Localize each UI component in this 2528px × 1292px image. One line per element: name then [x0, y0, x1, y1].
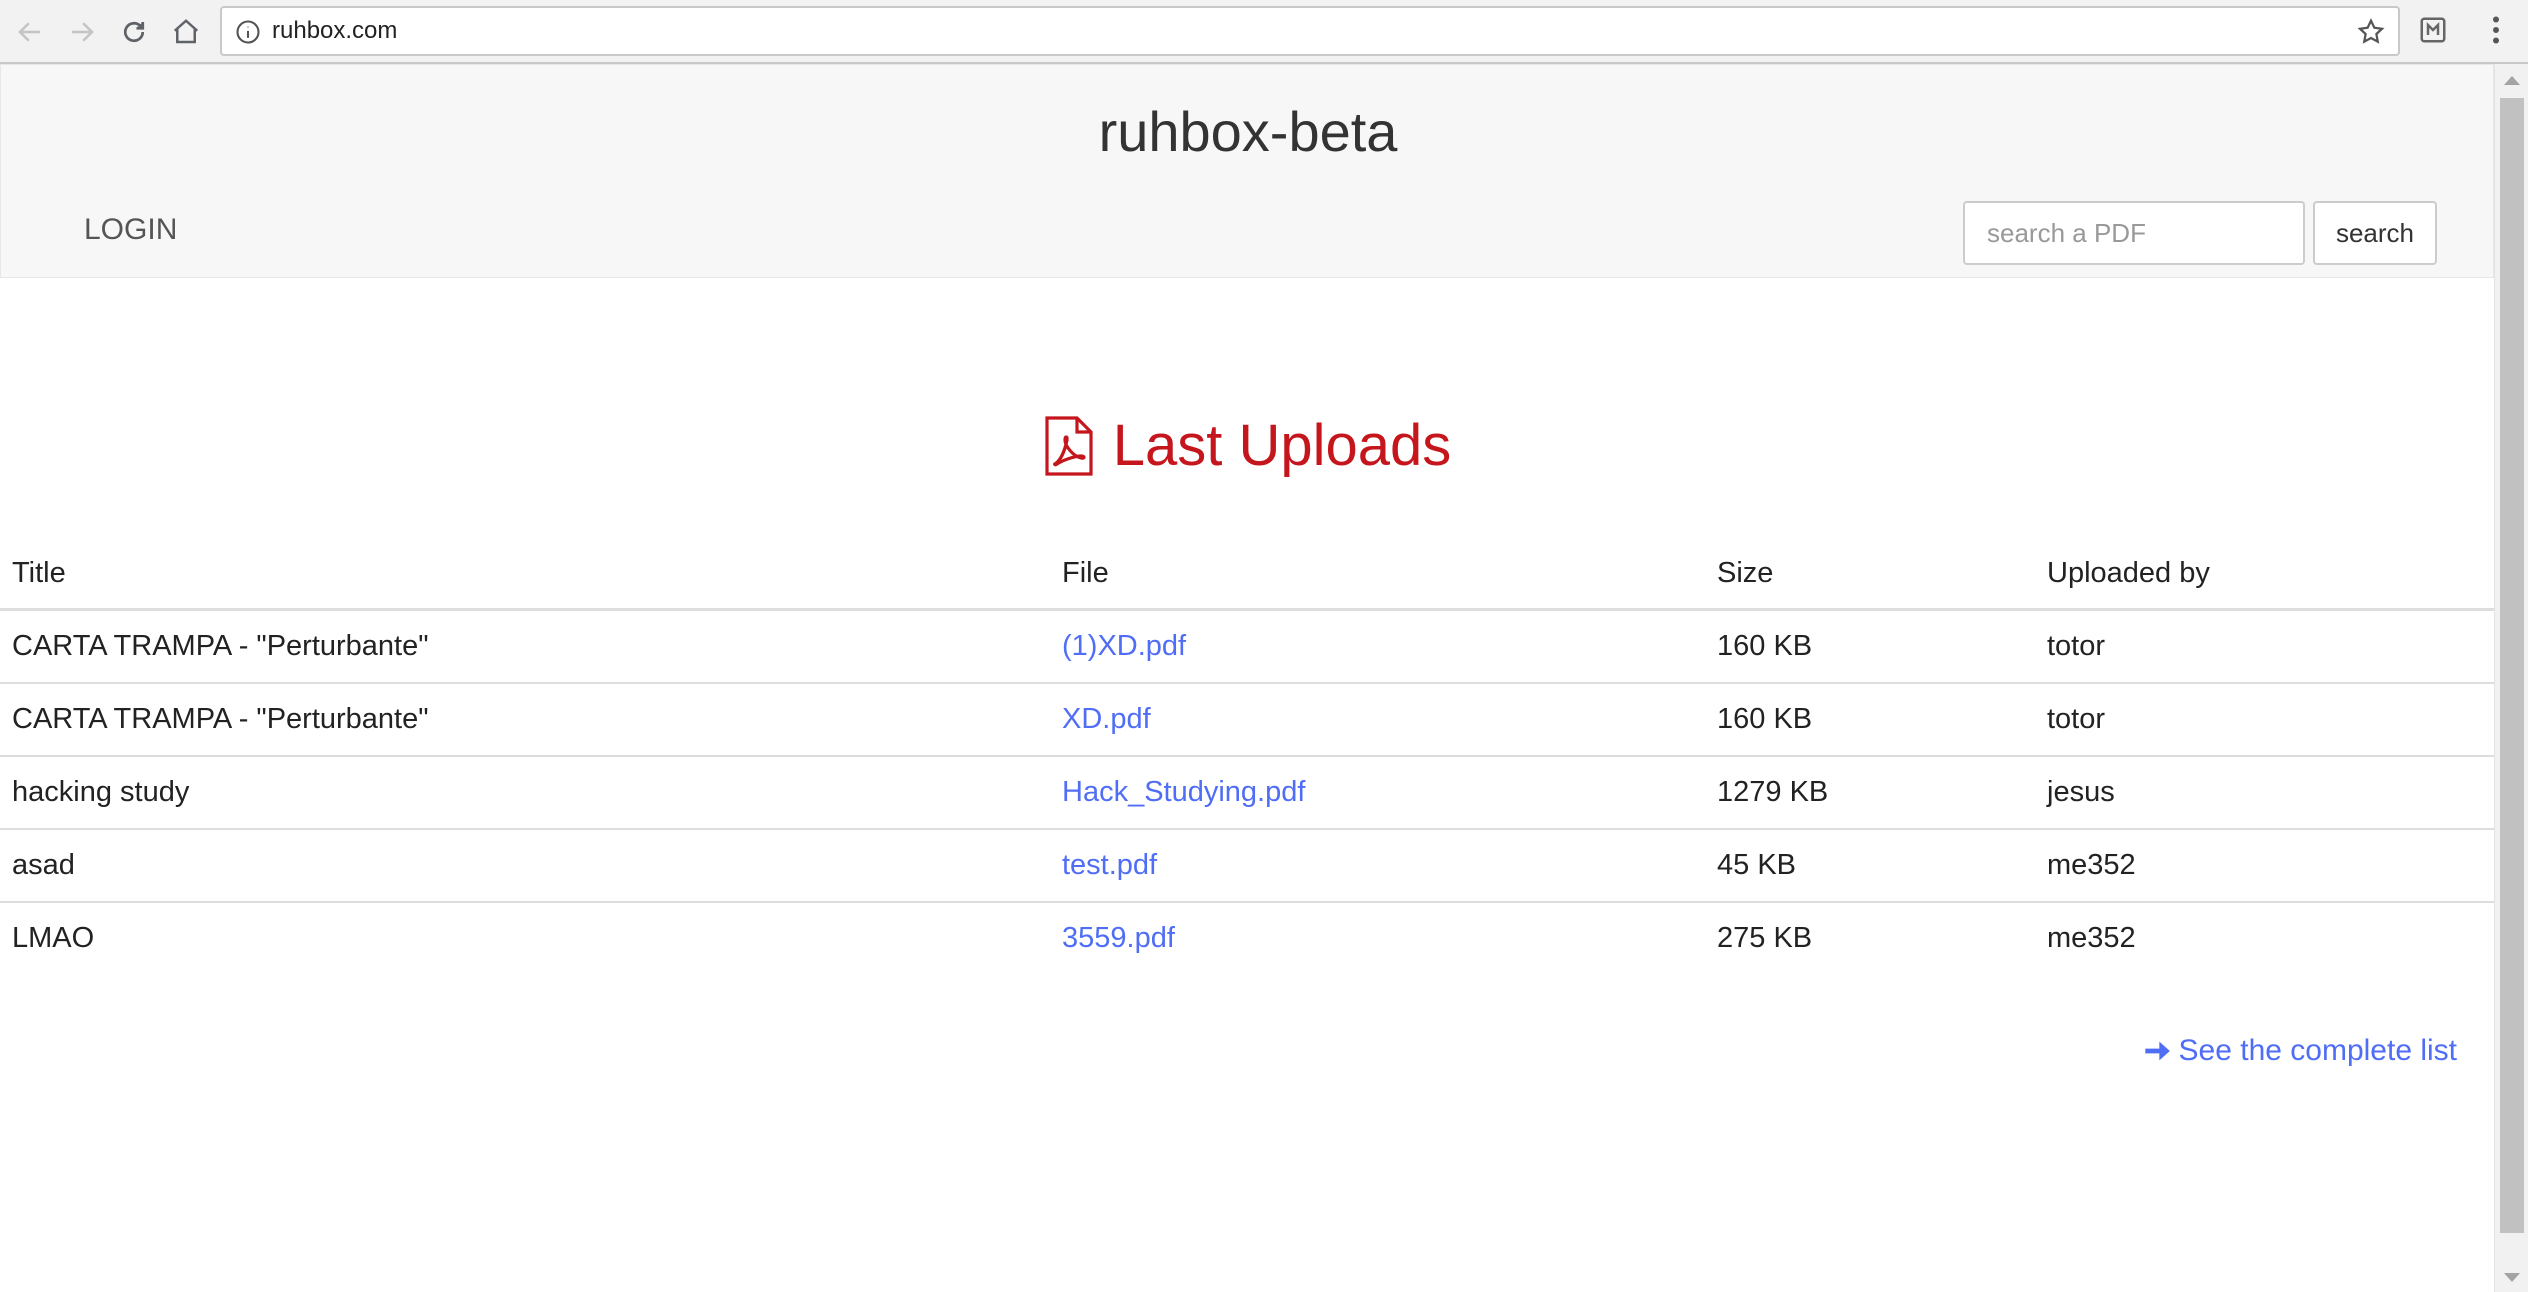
star-icon[interactable] [2356, 17, 2386, 47]
row-file-cell: 3559.pdf [1050, 902, 1705, 974]
info-icon[interactable] [234, 18, 262, 46]
table-row: LMAO 3559.pdf 275 KB me352 [0, 902, 2494, 974]
table-row: CARTA TRAMPA - "Perturbante" (1)XD.pdf 1… [0, 609, 2494, 684]
row-uploader: totor [2035, 609, 2494, 684]
row-file-cell: test.pdf [1050, 829, 1705, 903]
row-size: 160 KB [1705, 609, 2035, 684]
arrow-right-icon [2144, 1041, 2170, 1061]
row-title: LMAO [12, 922, 95, 954]
table-row: CARTA TRAMPA - "Perturbante" XD.pdf 160 … [0, 683, 2494, 757]
site-header: ruhbox-beta LOGIN search [0, 64, 2494, 278]
row-file-cell: XD.pdf [1050, 683, 1705, 757]
table-row: hacking study Hack_Studying.pdf 1279 KB … [0, 756, 2494, 830]
login-link[interactable]: LOGIN [84, 213, 177, 247]
row-size: 1279 KB [1705, 756, 2035, 830]
table-row: asad test.pdf 45 KB me352 [0, 829, 2494, 903]
browser-toolbar: ruhbox.com [0, 0, 2528, 64]
column-header-title: Title [0, 538, 1050, 611]
file-link[interactable]: 3559.pdf [1062, 922, 1175, 954]
see-complete-list-link[interactable]: See the complete list [2143, 1034, 2457, 1068]
row-size: 160 KB [1705, 683, 2035, 757]
url-text[interactable]: ruhbox.com [272, 8, 397, 54]
search-button[interactable]: search [2313, 201, 2437, 265]
row-uploader: me352 [2047, 922, 2136, 954]
see-complete-list-label[interactable]: See the complete list [2179, 1034, 2457, 1068]
table-header-row: Title File Size Uploaded by [0, 538, 2494, 611]
menu-icon[interactable] [2478, 12, 2514, 48]
scrollbar-thumb[interactable] [2500, 98, 2524, 1233]
row-uploader: jesus [2035, 756, 2494, 830]
row-title: asad [0, 829, 1050, 903]
column-header-size: Size [1705, 538, 2035, 611]
row-size: 275 KB [1717, 922, 1813, 954]
row-file-cell: Hack_Studying.pdf [1050, 756, 1705, 830]
row-title: CARTA TRAMPA - "Perturbante" [0, 683, 1050, 757]
column-header-file: File [1050, 538, 1705, 611]
search-input[interactable] [1963, 201, 2305, 265]
forward-icon[interactable] [60, 10, 104, 54]
extension-icon[interactable] [2418, 15, 2448, 45]
file-link[interactable]: test.pdf [1062, 849, 1157, 881]
address-bar[interactable]: ruhbox.com [220, 6, 2400, 56]
row-size: 45 KB [1705, 829, 2035, 903]
file-link[interactable]: XD.pdf [1062, 703, 1151, 735]
row-title: CARTA TRAMPA - "Perturbante" [0, 609, 1050, 684]
row-uploader: me352 [2035, 829, 2494, 903]
home-icon[interactable] [164, 10, 208, 54]
last-uploads-heading: Last Uploads [0, 412, 2494, 479]
row-uploader: totor [2035, 683, 2494, 757]
column-header-uploaded-by: Uploaded by [2035, 538, 2494, 611]
vertical-scrollbar[interactable] [2494, 64, 2528, 1292]
file-link[interactable]: Hack_Studying.pdf [1062, 776, 1305, 808]
pdf-file-icon [1045, 415, 1093, 476]
back-icon[interactable] [8, 10, 52, 54]
page-content: ruhbox-beta LOGIN search Last Uploads Ti… [0, 64, 2494, 1292]
row-file-cell: (1)XD.pdf [1050, 609, 1705, 684]
row-title: hacking study [0, 756, 1050, 830]
reload-icon[interactable] [112, 10, 156, 54]
site-title: ruhbox-beta [1098, 100, 1398, 163]
file-link[interactable]: (1)XD.pdf [1062, 630, 1186, 662]
scroll-up-arrow-icon[interactable] [2504, 76, 2520, 85]
uploads-table: Title File Size Uploaded by CARTA TRAMPA… [0, 538, 2494, 974]
section-title: Last Uploads [1112, 413, 1452, 478]
scroll-down-arrow-icon[interactable] [2504, 1273, 2520, 1282]
